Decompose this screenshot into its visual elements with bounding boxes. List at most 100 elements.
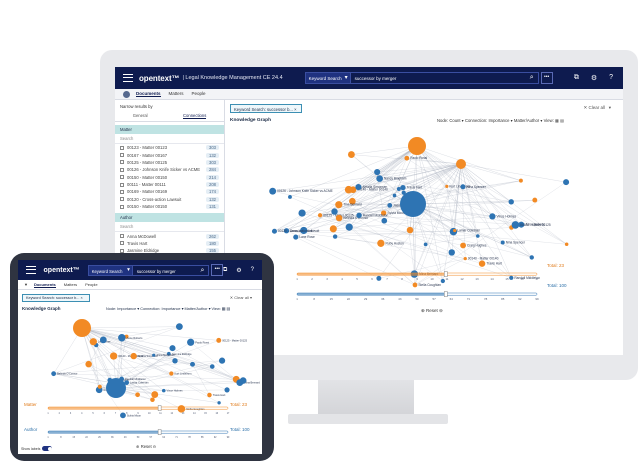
- settings-icon[interactable]: ⚙: [591, 74, 597, 82]
- matter-hub-node[interactable]: [73, 319, 91, 337]
- node-label[interactable]: Randall Middleton: [363, 213, 389, 217]
- author-node[interactable]: [376, 275, 382, 281]
- hamburger-menu-icon[interactable]: [123, 74, 133, 82]
- author-node[interactable]: [120, 412, 126, 419]
- tab-people[interactable]: People: [192, 91, 206, 97]
- node-label[interactable]: Paolo Rossi: [410, 156, 427, 160]
- toggle-switch[interactable]: [42, 446, 53, 451]
- node-label[interactable]: Travis Hart: [407, 186, 423, 190]
- author-node[interactable]: [374, 168, 381, 176]
- author-node[interactable]: [460, 184, 466, 190]
- author-node[interactable]: [345, 223, 353, 231]
- node-label[interactable]: Sylvia Moon: [127, 413, 142, 417]
- author-node[interactable]: [169, 345, 176, 352]
- tablet-tab-documents[interactable]: Documents: [33, 282, 56, 288]
- author-node[interactable]: [400, 184, 406, 191]
- search-input[interactable]: successor by merger ⌕: [350, 72, 539, 84]
- matter-node[interactable]: [85, 360, 92, 368]
- section-header-author[interactable]: Author: [115, 213, 224, 223]
- node-label[interactable]: Amalia Simonsen: [362, 185, 387, 189]
- author-node[interactable]: [51, 371, 57, 377]
- tablet-export-icon[interactable]: ⧉: [223, 267, 227, 274]
- matter-node[interactable]: [216, 337, 222, 343]
- tablet-graph-controls[interactable]: Node: Importance ▾ Connection: Importanc…: [106, 306, 230, 311]
- matter-node[interactable]: [335, 214, 343, 222]
- author-node[interactable]: [99, 336, 107, 344]
- more-options-icon[interactable]: •••: [540, 72, 553, 84]
- matter-node[interactable]: [150, 397, 155, 403]
- node-label[interactable]: 00140 - Matter 00140: [468, 257, 499, 261]
- author-node[interactable]: [118, 334, 126, 342]
- node-label[interactable]: Paolo Rossi: [195, 340, 209, 344]
- node-label[interactable]: Lamar Coleman: [457, 229, 480, 233]
- checkbox[interactable]: [120, 197, 124, 202]
- author-node[interactable]: [381, 217, 388, 224]
- tab-general[interactable]: General: [133, 113, 148, 119]
- matter-node[interactable]: [453, 228, 457, 233]
- search-icon[interactable]: ⌕: [530, 74, 534, 82]
- keyword-filter-chip[interactable]: Keyword Search: successor b... ×: [230, 104, 302, 113]
- tablet-search-scope-select[interactable]: Keyword Search: [87, 264, 133, 276]
- author-node[interactable]: [440, 278, 445, 284]
- node-label[interactable]: 00125 - Matter 00125: [222, 338, 247, 342]
- matter-node[interactable]: [564, 242, 569, 247]
- chip-close-icon[interactable]: ×: [294, 107, 296, 112]
- author-node[interactable]: [376, 175, 383, 182]
- node-label[interactable]: Vince Holmes: [167, 389, 184, 393]
- matter-node[interactable]: [177, 405, 186, 413]
- matter-node[interactable]: [445, 184, 449, 189]
- author-facet-row[interactable]: Travis Hart 180: [115, 240, 224, 247]
- author-hub-node[interactable]: [106, 378, 126, 398]
- export-icon[interactable]: ⧉: [574, 74, 579, 82]
- author-node[interactable]: [175, 323, 183, 331]
- matter-node[interactable]: [518, 178, 523, 183]
- help-icon[interactable]: ?: [609, 74, 613, 82]
- matter-node[interactable]: [335, 201, 343, 209]
- node-label[interactable]: Jasmine Eldridge: [172, 352, 192, 356]
- matter-search-input[interactable]: Search: [115, 134, 224, 144]
- author-node[interactable]: [332, 234, 338, 239]
- author-node[interactable]: [500, 240, 505, 245]
- node-label[interactable]: Anne Roberts: [127, 336, 144, 340]
- tablet-knowledge-graph-canvas[interactable]: 00125 - Matter 0012500140 - Matter 00140…: [18, 312, 262, 452]
- graph-controls[interactable]: Node: Count ▾ Connection: Importance ▾ M…: [437, 118, 564, 123]
- node-label[interactable]: Sylvia Moon: [387, 211, 405, 215]
- clear-all-button[interactable]: ✕ Clear all ▾: [583, 105, 611, 111]
- node-label[interactable]: Lane Rose: [299, 235, 315, 239]
- tablet-clear-all[interactable]: ✕ Clear all ▾: [230, 295, 252, 300]
- author-node[interactable]: [448, 249, 455, 256]
- matter-node[interactable]: [406, 226, 414, 234]
- author-node[interactable]: [217, 401, 221, 405]
- node-label[interactable]: Randall Middleton: [125, 377, 146, 381]
- checkbox[interactable]: [120, 175, 124, 180]
- author-node[interactable]: [508, 199, 514, 205]
- author-node[interactable]: [187, 338, 195, 346]
- search-scope-select[interactable]: Keyword Search: [304, 72, 351, 84]
- section-header-matter[interactable]: Matter: [115, 125, 224, 134]
- tablet-filter-icon[interactable]: ▼: [24, 282, 28, 287]
- checkbox[interactable]: [120, 182, 124, 187]
- author-node[interactable]: [224, 387, 230, 393]
- matter-facet-row[interactable]: 00150 - Matter 00150 214: [115, 174, 224, 181]
- matter-node[interactable]: [130, 352, 137, 360]
- node-label[interactable]: Anna McDowell: [156, 353, 174, 357]
- author-node[interactable]: [209, 364, 215, 369]
- author-node[interactable]: [293, 234, 299, 240]
- node-label[interactable]: Nancy Bingham: [384, 177, 407, 181]
- node-label[interactable]: 00125 - Matter 00125: [520, 223, 551, 227]
- author-node[interactable]: [269, 187, 277, 195]
- node-label[interactable]: Stella Coughlan: [418, 283, 441, 287]
- matter-facet-row[interactable]: 00125 - Matter 00125 303: [115, 159, 224, 166]
- tablet-settings-icon[interactable]: ⚙: [236, 267, 241, 274]
- tablet-tab-people[interactable]: People: [85, 282, 97, 288]
- checkbox[interactable]: [120, 189, 124, 194]
- author-node[interactable]: [218, 357, 226, 364]
- author-node[interactable]: [489, 213, 496, 220]
- matter-hub-node[interactable]: [408, 137, 426, 155]
- node-label[interactable]: Kurt Lindstrom: [174, 372, 191, 376]
- matter-node[interactable]: [135, 392, 140, 398]
- author-node[interactable]: [161, 388, 166, 393]
- matter-node[interactable]: [412, 282, 418, 288]
- node-label[interactable]: 00126 - Johnson Knife Sicker vs ACME: [277, 189, 333, 193]
- author-hub-node[interactable]: [400, 191, 426, 217]
